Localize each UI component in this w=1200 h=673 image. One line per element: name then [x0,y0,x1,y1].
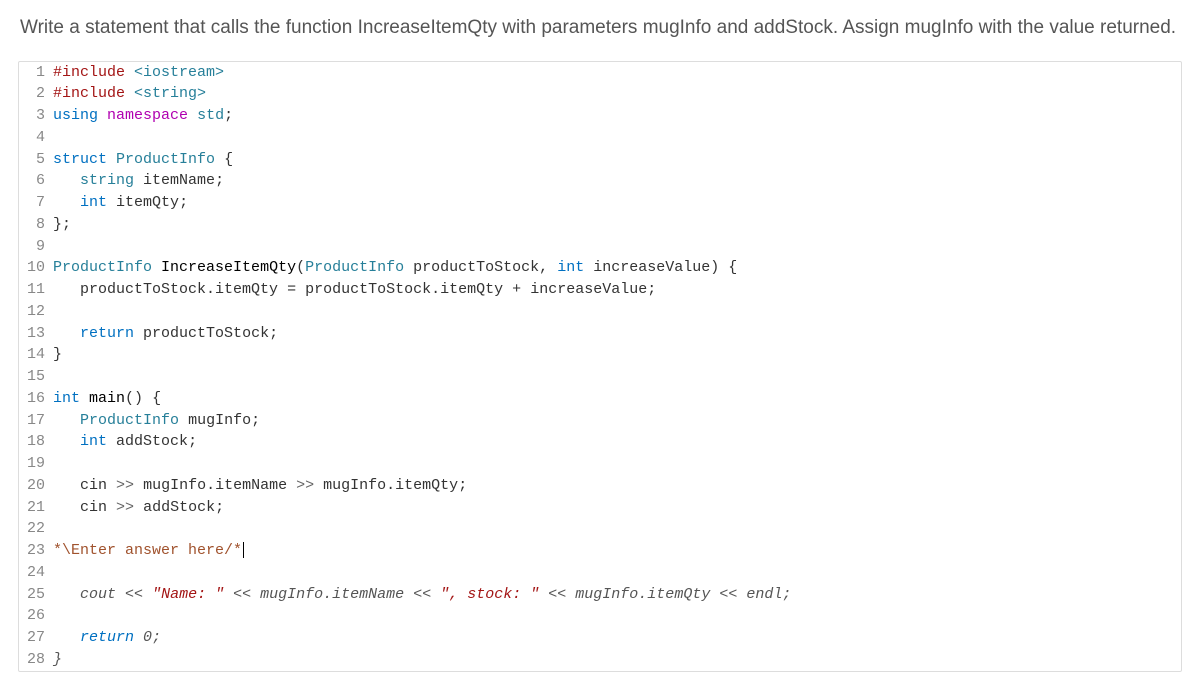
code-line: 13 return productToStock; [19,323,1181,345]
code-line: 10 ProductInfo IncreaseItemQty(ProductIn… [19,257,1181,279]
code-line: 28 } [19,649,1181,671]
code-editor[interactable]: 1 #include <iostream> 2 #include <string… [18,61,1182,672]
code-line: 22 [19,518,1181,540]
line-number: 9 [19,236,53,258]
line-number: 20 [19,475,53,497]
code-line: 2 #include <string> [19,83,1181,105]
line-number: 14 [19,344,53,366]
line-number: 3 [19,105,53,127]
line-number: 23 [19,540,53,562]
code-line: 11 productToStock.itemQty = productToSto… [19,279,1181,301]
line-number: 7 [19,192,53,214]
code-line: 20 cin >> mugInfo.itemName >> mugInfo.it… [19,475,1181,497]
code-line: 27 return 0; [19,627,1181,649]
line-number: 2 [19,83,53,105]
line-number: 19 [19,453,53,475]
line-number: 28 [19,649,53,671]
code-line: 24 [19,562,1181,584]
line-number: 27 [19,627,53,649]
line-number: 25 [19,584,53,606]
code-line: 8 }; [19,214,1181,236]
question-text: Write a statement that calls the functio… [0,0,1200,61]
line-number: 11 [19,279,53,301]
line-number: 21 [19,497,53,519]
code-line: 12 [19,301,1181,323]
line-number: 15 [19,366,53,388]
code-line: 18 int addStock; [19,431,1181,453]
line-number: 6 [19,170,53,192]
code-line: 6 string itemName; [19,170,1181,192]
text-cursor [243,542,244,558]
line-number: 26 [19,605,53,627]
line-number: 22 [19,518,53,540]
line-number: 4 [19,127,53,149]
line-number: 18 [19,431,53,453]
code-line: 25 cout << "Name: " << mugInfo.itemName … [19,584,1181,606]
code-line: 14 } [19,344,1181,366]
code-line: 1 #include <iostream> [19,62,1181,84]
code-line: 4 [19,127,1181,149]
code-line: 5 struct ProductInfo { [19,149,1181,171]
line-number: 1 [19,62,53,84]
code-line: 16 int main() { [19,388,1181,410]
code-line: 3 using namespace std; [19,105,1181,127]
code-line: 9 [19,236,1181,258]
code-line: 21 cin >> addStock; [19,497,1181,519]
line-number: 13 [19,323,53,345]
line-number: 12 [19,301,53,323]
code-line: 26 [19,605,1181,627]
line-number: 17 [19,410,53,432]
line-number: 24 [19,562,53,584]
code-line[interactable]: 23 *\Enter answer here/* [19,540,1181,562]
code-line: 17 ProductInfo mugInfo; [19,410,1181,432]
line-number: 5 [19,149,53,171]
code-line: 19 [19,453,1181,475]
line-number: 8 [19,214,53,236]
code-line: 7 int itemQty; [19,192,1181,214]
line-number: 10 [19,257,53,279]
code-line: 15 [19,366,1181,388]
line-number: 16 [19,388,53,410]
